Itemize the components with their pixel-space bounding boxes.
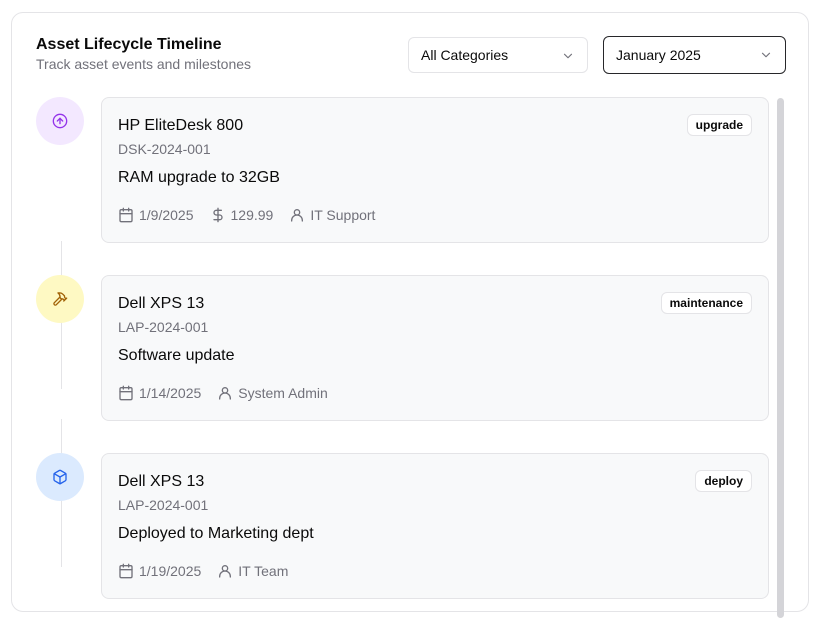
event-person: System Admin <box>217 385 328 401</box>
event-type-badge: deploy <box>695 470 752 492</box>
user-icon <box>291 209 304 222</box>
event-meta: 1/19/2025 IT Team <box>118 563 304 579</box>
category-select[interactable]: All Categories <box>408 37 588 73</box>
asset-name: HP EliteDesk 800 <box>118 117 244 134</box>
event-person-text: System Admin <box>238 385 328 401</box>
event-card[interactable]: Dell XPS 13 LAP-2024-001 Software update… <box>101 275 769 421</box>
event-person: IT Support <box>289 207 375 223</box>
box-icon <box>53 469 67 485</box>
event-date-text: 1/9/2025 <box>139 207 194 223</box>
calendar-icon <box>119 385 133 401</box>
asset-timeline-panel: Asset Lifecycle Timeline Track asset eve… <box>11 12 809 618</box>
event-dot <box>36 97 84 145</box>
event-dot <box>36 453 84 501</box>
event-description: Deployed to Marketing dept <box>118 525 314 542</box>
month-select-value: January 2025 <box>616 47 701 63</box>
event-date: 1/19/2025 <box>118 563 201 579</box>
page-title: Asset Lifecycle Timeline <box>36 36 222 53</box>
event-person-text: IT Support <box>310 207 376 223</box>
chevron-down-icon <box>761 52 771 58</box>
month-select[interactable]: January 2025 <box>603 36 786 74</box>
dollar-icon <box>212 207 223 223</box>
event-description: RAM upgrade to 32GB <box>118 169 280 186</box>
event-date-text: 1/14/2025 <box>139 385 202 401</box>
event-type-badge: upgrade <box>686 114 752 136</box>
event-date: 1/14/2025 <box>118 385 201 401</box>
arrow-up-circle-icon <box>52 113 68 129</box>
event-card[interactable]: HP EliteDesk 800 DSK-2024-001 RAM upgrad… <box>101 97 769 243</box>
category-select-value: All Categories <box>421 47 509 63</box>
event-card[interactable]: Dell XPS 13 LAP-2024-001 Deployed to Mar… <box>101 453 769 599</box>
chevron-down-icon <box>563 53 573 59</box>
event-meta: 1/14/2025 System Admin <box>118 385 344 401</box>
event-description: Software update <box>118 347 235 364</box>
event-date: 1/9/2025 <box>118 207 194 223</box>
event-dot <box>36 275 84 323</box>
user-icon <box>219 565 232 578</box>
event-cost: 129.99 <box>210 207 274 223</box>
event-person-text: IT Team <box>238 563 289 579</box>
calendar-icon <box>119 563 133 579</box>
asset-code: LAP-2024-001 <box>118 319 209 335</box>
event-type-badge: maintenance <box>660 292 752 314</box>
page-subtitle: Track asset events and milestones <box>36 56 252 72</box>
hammer-icon <box>53 292 68 306</box>
event-person: IT Team <box>217 563 288 579</box>
event-date-text: 1/19/2025 <box>139 563 202 579</box>
asset-name: Dell XPS 13 <box>118 295 205 312</box>
asset-code: LAP-2024-001 <box>118 497 209 513</box>
calendar-icon <box>119 207 133 223</box>
user-icon <box>219 387 232 400</box>
event-cost-text: 129.99 <box>230 207 274 223</box>
asset-name: Dell XPS 13 <box>118 473 205 490</box>
event-meta: 1/9/2025 129.99 IT Support <box>118 207 391 223</box>
timeline-scrollbar[interactable] <box>777 98 784 618</box>
asset-code: DSK-2024-001 <box>118 141 211 157</box>
